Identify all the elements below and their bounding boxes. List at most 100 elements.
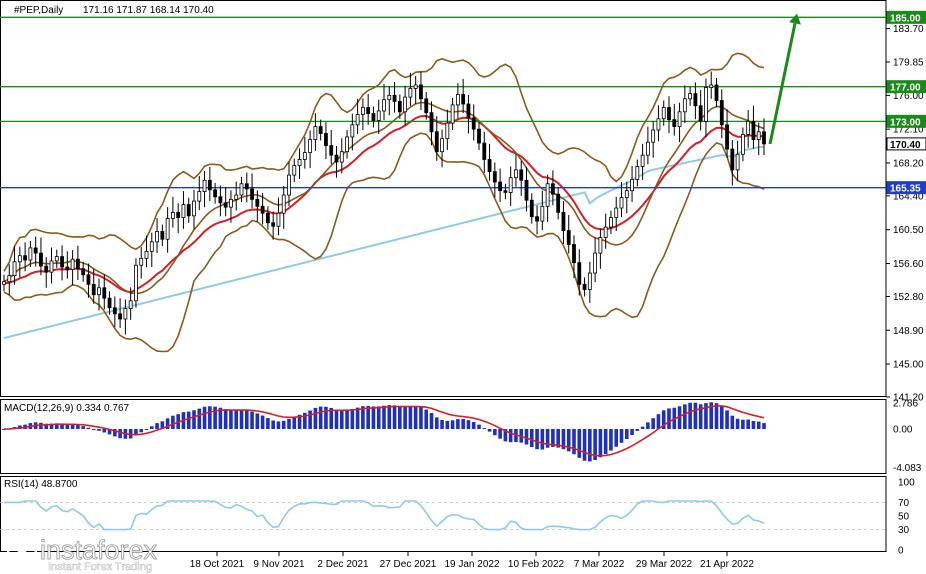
macd-bar [487, 429, 492, 432]
candle-body [54, 256, 59, 262]
candle-body [598, 237, 603, 254]
candle-body [698, 105, 703, 122]
macd-bar [688, 402, 692, 429]
candle-body [244, 183, 249, 190]
macd-bar [598, 429, 603, 458]
macd-bar [693, 402, 698, 429]
candle-body [186, 204, 191, 217]
macd-bar [498, 429, 502, 439]
macd-bar [281, 420, 286, 429]
candle-body [556, 193, 561, 213]
macd-bar [97, 429, 101, 431]
candle-body [440, 138, 444, 153]
candle-body [593, 252, 598, 274]
y-tick-label: 152.80 [893, 292, 924, 303]
candle-body [65, 266, 70, 270]
candle-body [693, 93, 698, 107]
macd-bar [714, 403, 719, 429]
candle-body [535, 216, 539, 222]
macd-bar [149, 426, 154, 429]
candle-body [355, 114, 360, 126]
price-tag-label: 173.00 [890, 117, 921, 128]
candle-body [709, 84, 714, 88]
macd-bar [65, 424, 70, 429]
candle-body [12, 261, 17, 277]
candle-body [719, 100, 724, 126]
candle-body [424, 98, 429, 114]
candle-body [461, 94, 466, 105]
y-tick-label: 183.70 [893, 24, 924, 35]
macd-bar [266, 418, 270, 429]
macd-bar [614, 429, 619, 447]
candle-body [756, 131, 761, 140]
candle-body [118, 313, 123, 320]
candle-body [165, 218, 170, 240]
macd-bar [260, 415, 265, 429]
candle-body [587, 272, 592, 290]
candle-body [197, 191, 202, 202]
macd-bar [577, 429, 582, 458]
candle-body [603, 226, 608, 238]
macd-bar [376, 406, 381, 429]
y-tick-label: 160.50 [893, 225, 924, 236]
candle-body [234, 194, 239, 200]
price-tag-label: 185.00 [890, 13, 921, 24]
candle-body [70, 258, 75, 270]
candle-body [529, 199, 534, 218]
candle-body [160, 231, 165, 240]
candle-body [360, 107, 365, 115]
candle-body [345, 136, 349, 153]
macd-bar [308, 410, 312, 429]
candle-body [503, 190, 508, 193]
candle-body [91, 283, 96, 296]
candle-body [540, 205, 545, 222]
watermark-tagline: Instant Forex Trading [48, 561, 152, 573]
macd-bar [144, 429, 149, 430]
candle-body [350, 124, 355, 138]
macd-bar [603, 429, 608, 455]
candle-body [123, 308, 128, 320]
candle-body [688, 93, 693, 100]
candle-body [403, 96, 408, 113]
candle-body [645, 141, 650, 156]
candle-body [619, 197, 624, 209]
candle-body [287, 174, 291, 196]
macd-tick-label: -4.083 [893, 463, 922, 474]
rsi-label: RSI(14) 48.8700 [4, 479, 78, 490]
candle-body [672, 119, 677, 127]
watermark-logo-dot [17, 544, 27, 554]
candle-body [704, 87, 708, 122]
macd-bar [466, 420, 471, 429]
candle-body [566, 230, 571, 245]
candle-body [107, 297, 112, 309]
x-tick-label: 7 Mar 2022 [574, 559, 625, 570]
macd-bar [477, 424, 481, 429]
candle-body [260, 205, 265, 214]
y-tick-label: 156.60 [893, 259, 924, 270]
candle-body [313, 126, 318, 140]
macd-bar [186, 411, 191, 429]
candle-body [382, 99, 386, 112]
x-axis: 18 Oct 2021 9 Nov 2021 2 Dec 2021 27 Dec 20… [190, 552, 754, 570]
candle-body [429, 112, 434, 133]
candle-body [149, 241, 154, 252]
macd-bar [276, 421, 281, 429]
candle-body [218, 196, 223, 204]
macd-bar [635, 429, 640, 431]
candle-body [308, 139, 313, 153]
watermark: instaforex Instant Forex Trading [6, 533, 158, 573]
macd-bar [725, 410, 729, 429]
macd-bar [450, 420, 455, 429]
candle-body [339, 151, 344, 163]
price-chart: 183.70179.85176.00172.10168.20164.40160.… [0, 0, 926, 573]
macd-bar [392, 405, 397, 429]
candle-body [682, 98, 687, 113]
candle-body [376, 110, 381, 121]
candle-body [49, 260, 54, 273]
candle-body [498, 181, 503, 192]
macd-bar [667, 408, 671, 429]
candle-body [139, 257, 144, 266]
candle-body [271, 222, 276, 227]
candle-body [302, 152, 307, 160]
candle-body [677, 111, 682, 127]
